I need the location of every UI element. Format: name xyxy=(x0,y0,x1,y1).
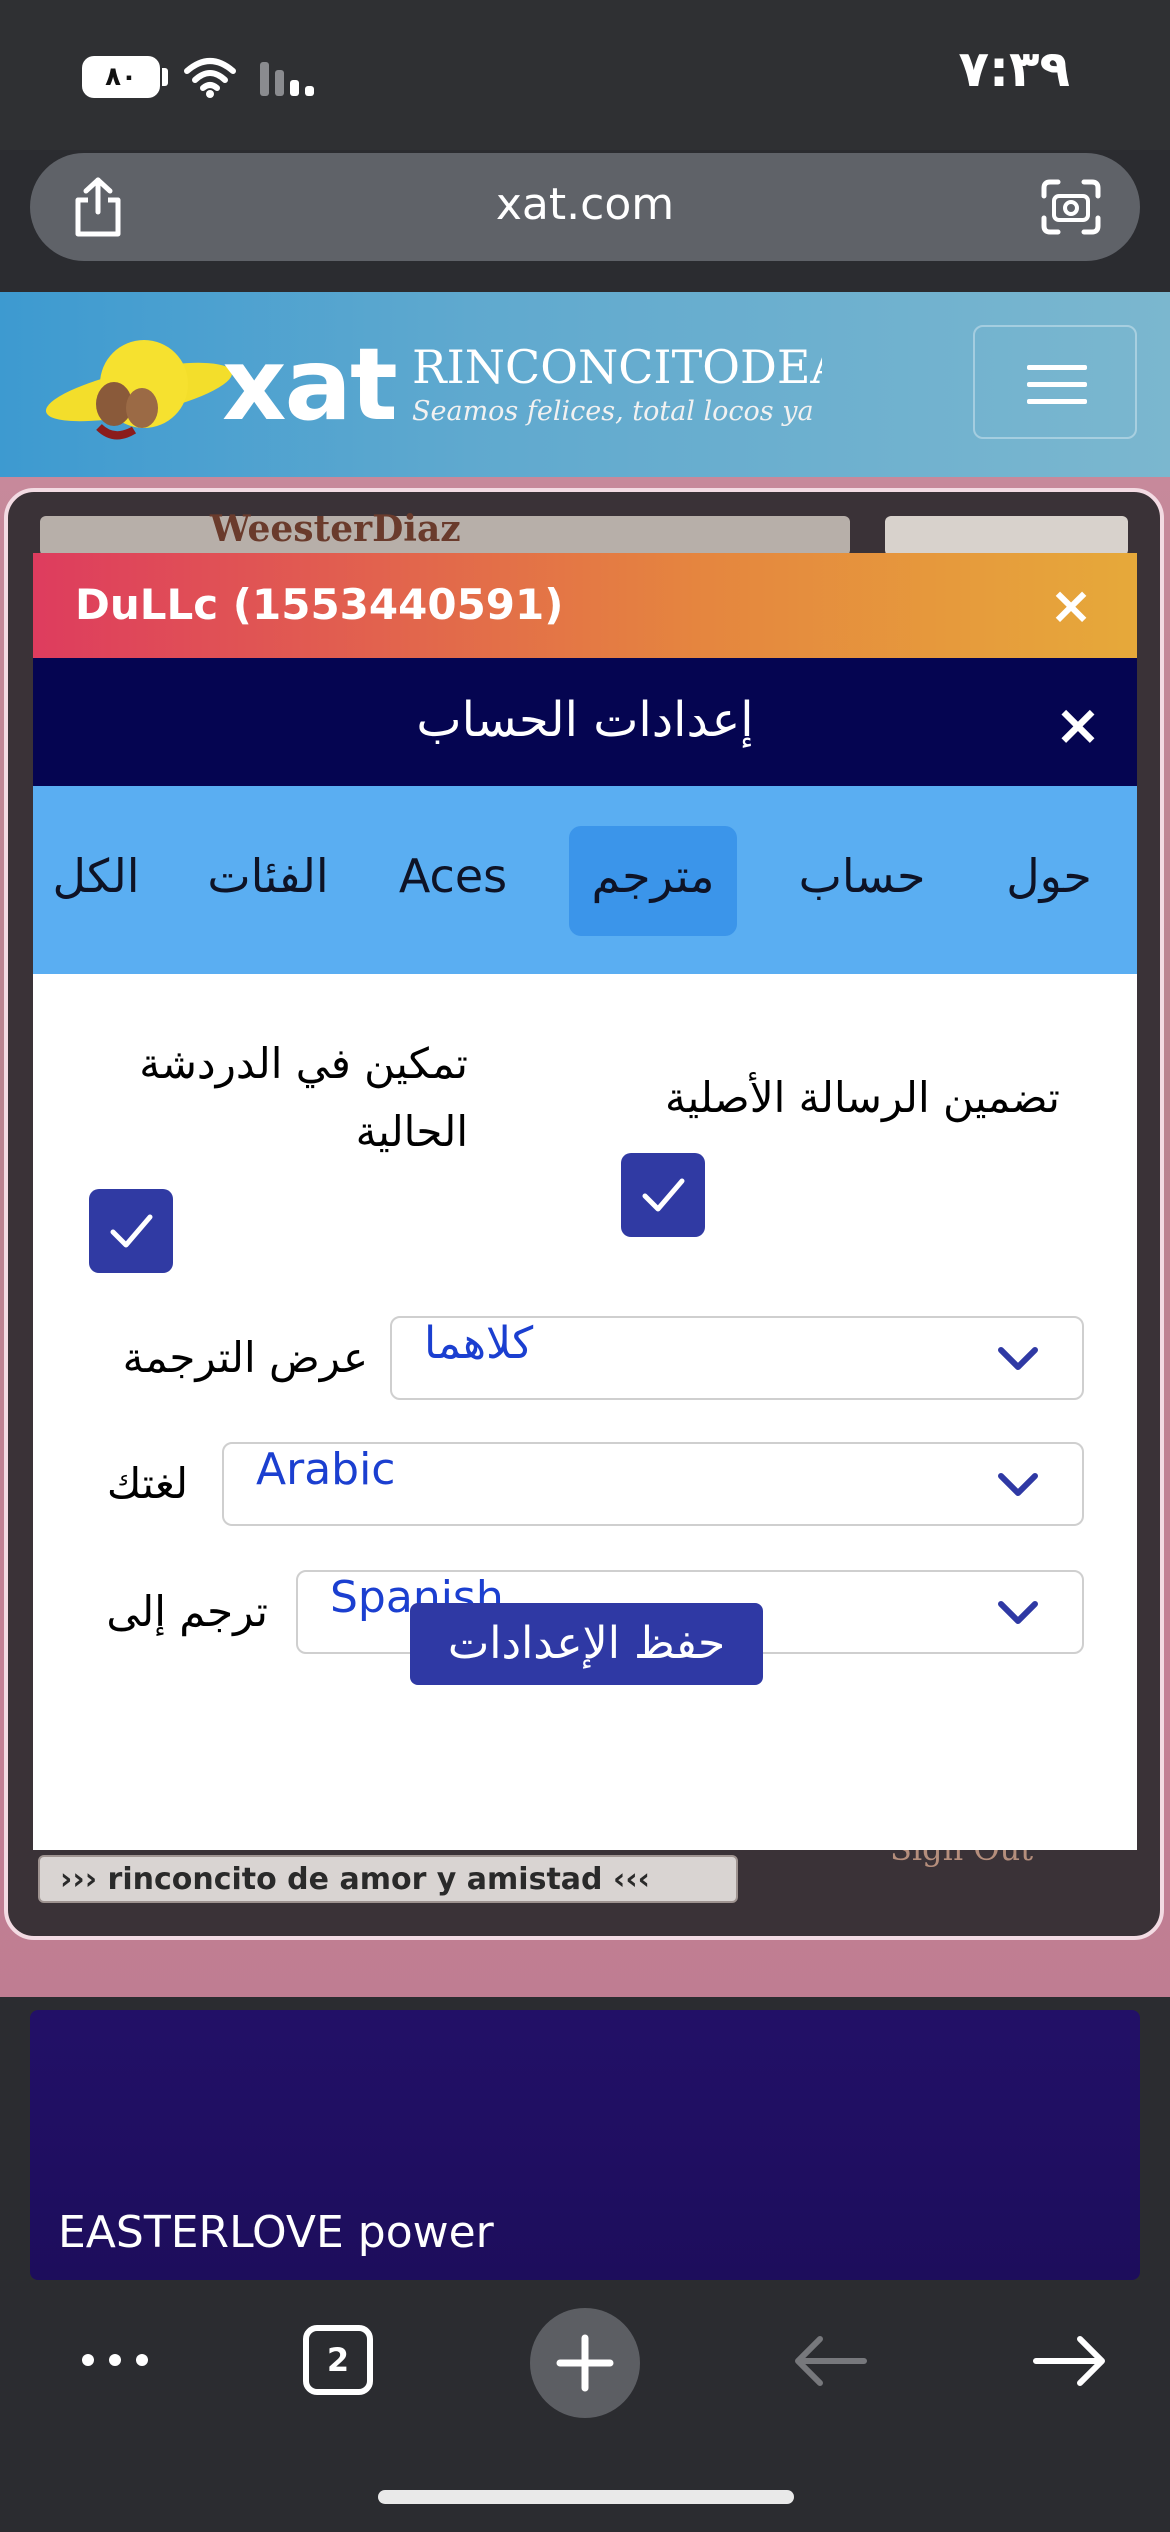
signal-icon xyxy=(260,62,314,96)
chat-side-box xyxy=(885,516,1128,556)
banner-text: EASTERLOVE power xyxy=(58,2207,494,2258)
chevron-down-icon xyxy=(998,1347,1038,1370)
xat-logo[interactable]: xat xyxy=(222,330,398,440)
settings-tabs: حول حساب مترجم Aces الفئات الكل xyxy=(33,786,1137,974)
menu-icon-bar xyxy=(1027,399,1087,404)
plus-icon xyxy=(556,2334,614,2392)
chat-user-name[interactable]: WeesterDiaz xyxy=(210,508,610,552)
check-icon xyxy=(110,1214,153,1248)
display-translation-select[interactable]: كلاهما xyxy=(390,1316,1084,1400)
your-language-select[interactable]: Arabic xyxy=(222,1442,1084,1526)
tabs-button[interactable]: 2 xyxy=(303,2325,373,2395)
menu-button[interactable] xyxy=(973,325,1137,439)
chevron-down-icon xyxy=(998,1601,1038,1624)
display-translation-label: عرض الترجمة xyxy=(122,1333,368,1382)
tab-account[interactable]: حساب xyxy=(777,826,947,936)
url-text[interactable]: xat.com xyxy=(300,170,870,240)
tab-aces[interactable]: Aces xyxy=(373,826,533,936)
tab-categories[interactable]: الفئات xyxy=(178,826,358,936)
tab-all[interactable]: الكل xyxy=(41,826,151,936)
tab-translator[interactable]: مترجم xyxy=(569,826,737,936)
forward-arrow-icon[interactable] xyxy=(1030,2330,1110,2392)
menu-icon xyxy=(1027,365,1087,370)
dialog-title: DuLLc (1553440591) xyxy=(75,580,564,629)
your-language-label: لغتك xyxy=(106,1459,188,1508)
camera-icon[interactable] xyxy=(1040,178,1102,236)
chat-room-name: ››› rinconcito de amor y amistad ‹‹‹ xyxy=(60,1862,651,1897)
settings-title: إعدادات الحساب xyxy=(416,692,754,748)
new-tab-button[interactable] xyxy=(530,2308,640,2418)
back-arrow-icon[interactable] xyxy=(790,2330,870,2392)
include-original-label: تضمين الرسالة الأصلية xyxy=(664,1073,1060,1122)
battery-icon: ٨٠ xyxy=(82,56,160,98)
check-icon xyxy=(642,1178,685,1212)
share-icon[interactable] xyxy=(68,176,128,238)
include-original-checkbox[interactable] xyxy=(621,1153,705,1237)
room-subtitle: Seamos felices, total locos ya xyxy=(412,396,812,427)
dialog-close-button[interactable]: × xyxy=(1046,578,1096,634)
enable-current-chat-checkbox[interactable] xyxy=(89,1189,173,1273)
room-title: RINCONCITODEAI xyxy=(412,340,822,394)
save-settings-button[interactable]: حفظ الإعدادات xyxy=(410,1603,763,1685)
menu-icon-bar xyxy=(1027,382,1087,387)
display-translation-value: كلاهما xyxy=(424,1318,534,1369)
enable-current-chat-label: تمكين في الدردشة الحالية xyxy=(139,1039,468,1156)
tab-about[interactable]: حول xyxy=(979,826,1119,936)
wifi-icon xyxy=(184,58,236,98)
battery-tip xyxy=(162,68,168,86)
home-indicator[interactable] xyxy=(378,2490,794,2504)
your-language-value: Arabic xyxy=(256,1444,396,1495)
chevron-down-icon xyxy=(998,1473,1038,1496)
xat-logo-icon[interactable] xyxy=(44,332,244,447)
translate-to-label: ترجم إلى xyxy=(106,1587,268,1636)
status-time: ٧:٣٩ xyxy=(958,40,1070,98)
settings-close-button[interactable]: × xyxy=(1052,696,1104,756)
more-icon[interactable] xyxy=(78,2340,152,2380)
